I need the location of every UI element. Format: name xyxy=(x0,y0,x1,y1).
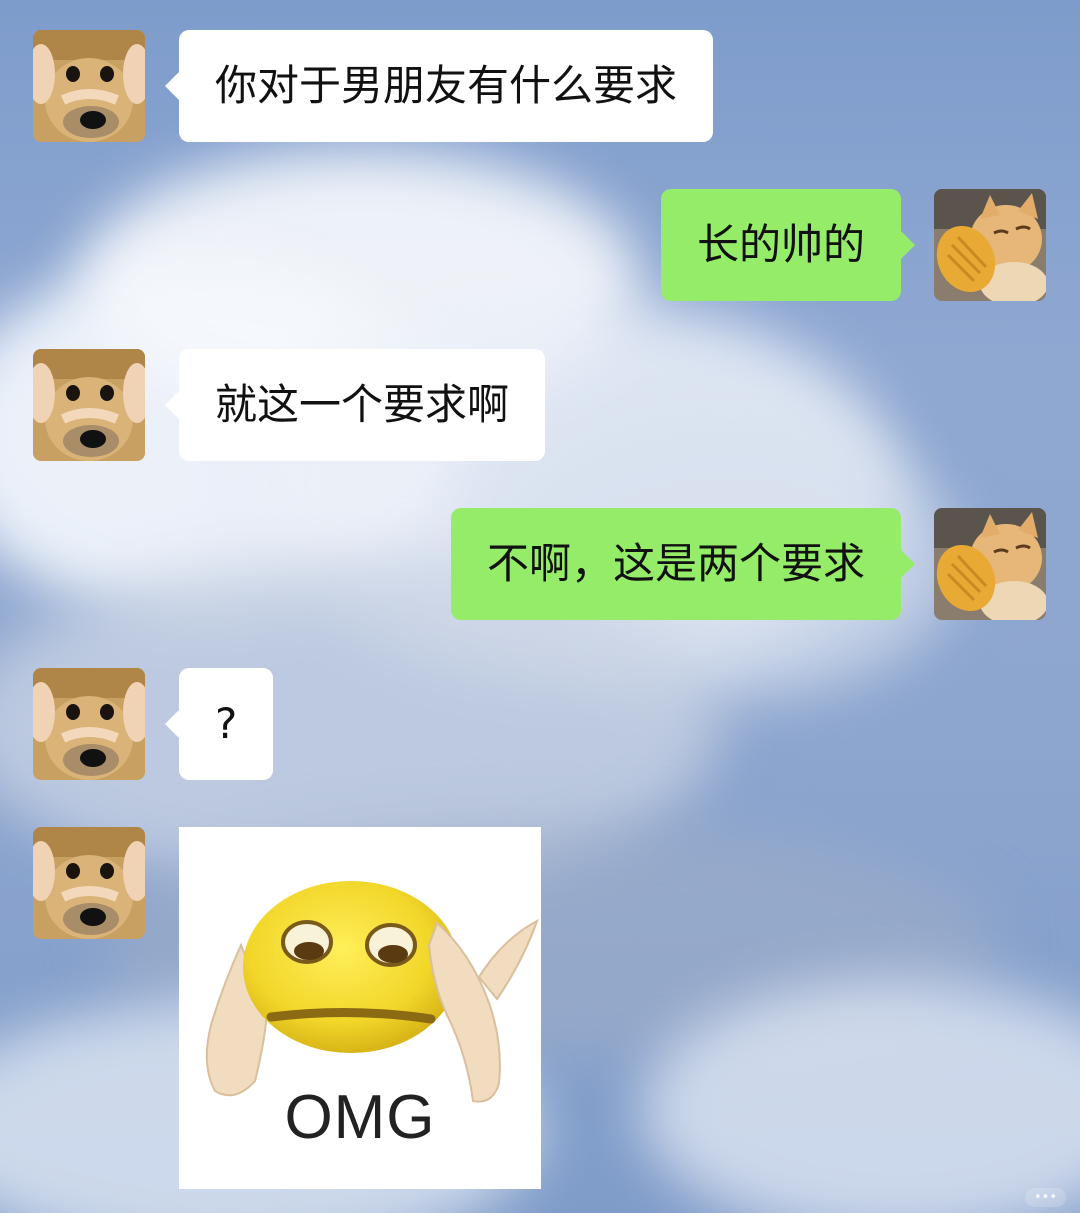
dog-avatar[interactable] xyxy=(33,30,145,142)
dog-avatar-icon xyxy=(33,349,145,461)
message-text: ? xyxy=(215,699,238,748)
message-bubble-incoming[interactable]: ? xyxy=(164,668,274,780)
message-bubble-incoming[interactable]: 就这一个要求啊 xyxy=(164,349,546,461)
omg-sticker[interactable]: OMG xyxy=(179,827,541,1189)
dog-avatar-icon xyxy=(33,827,145,939)
message-bubble-incoming[interactable]: 你对于男朋友有什么要求 xyxy=(164,30,714,142)
message-text: 你对于男朋友有什么要求 xyxy=(215,61,678,110)
cat-avatar-icon xyxy=(934,189,1046,301)
dog-avatar-icon xyxy=(33,30,145,142)
watermark-badge: ••• xyxy=(1024,1188,1066,1207)
dog-avatar[interactable] xyxy=(33,827,145,939)
message-text: 就这一个要求啊 xyxy=(215,380,510,429)
message-text: 不啊，这是两个要求 xyxy=(486,539,865,588)
message-text: 长的帅的 xyxy=(696,220,865,269)
cat-avatar[interactable] xyxy=(934,508,1046,620)
dog-avatar-icon xyxy=(33,668,145,780)
dog-avatar[interactable] xyxy=(33,349,145,461)
message-bubble-outgoing[interactable]: 不啊，这是两个要求 xyxy=(450,508,916,620)
dog-avatar[interactable] xyxy=(33,668,145,780)
sticker-caption: OMG xyxy=(284,1083,436,1152)
cat-avatar[interactable] xyxy=(934,189,1046,301)
message-bubble-outgoing[interactable]: 长的帅的 xyxy=(660,189,916,301)
cat-avatar-icon xyxy=(934,508,1046,620)
